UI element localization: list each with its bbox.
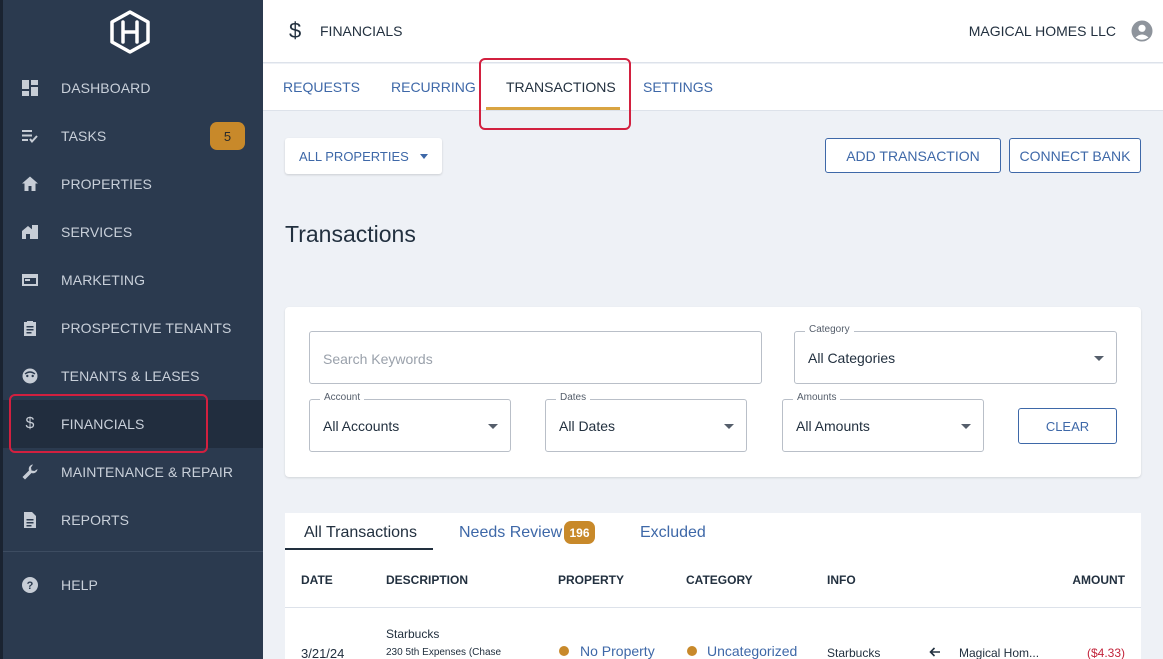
sidebar-item-label: DASHBOARD xyxy=(61,80,151,96)
sidebar-item-dashboard[interactable]: DASHBOARD xyxy=(3,64,263,112)
warning-dot-icon xyxy=(559,646,569,656)
column-header-category[interactable]: CATEGORY xyxy=(686,573,753,587)
tab-transactions[interactable]: TRANSACTIONS xyxy=(506,79,616,95)
sidebar-item-help[interactable]: ? HELP xyxy=(3,561,263,609)
services-icon xyxy=(21,223,39,241)
sidebar-item-label: PROSPECTIVE TENANTS xyxy=(61,320,232,336)
sidebar-item-label: FINANCIALS xyxy=(61,416,145,432)
search-placeholder: Search Keywords xyxy=(323,351,433,367)
row-account: Magical Hom... xyxy=(959,646,1040,659)
sidebar-divider xyxy=(3,551,263,552)
chevron-down-icon xyxy=(488,424,498,429)
account-label: Account xyxy=(320,392,365,403)
account-value: All Accounts xyxy=(323,418,400,434)
connect-bank-button[interactable]: CONNECT BANK xyxy=(1009,138,1141,173)
property-filter-label: ALL PROPERTIES xyxy=(299,148,409,164)
active-tab-indicator xyxy=(486,107,620,110)
column-header-date[interactable]: DATE xyxy=(301,573,333,587)
tab-requests[interactable]: REQUESTS xyxy=(283,79,360,95)
dollar-icon: $ xyxy=(289,18,302,43)
tab-settings[interactable]: SETTINGS xyxy=(643,79,713,95)
amounts-label: Amounts xyxy=(793,392,841,403)
row-description: Starbucks xyxy=(386,627,440,641)
dates-value: All Dates xyxy=(559,418,616,434)
sidebar-item-marketing[interactable]: MARKETING xyxy=(3,256,263,304)
company-name[interactable]: MAGICAL HOMES LLC xyxy=(969,23,1116,39)
clipboard-icon xyxy=(21,319,39,337)
sidebar-item-services[interactable]: SERVICES xyxy=(3,208,263,256)
sidebar-item-tasks[interactable]: TASKS 5 xyxy=(3,112,263,160)
sidebar-item-tenants-leases[interactable]: TENANTS & LEASES xyxy=(3,352,263,400)
sidebar-item-label: TASKS xyxy=(61,128,107,144)
column-header-amount[interactable]: AMOUNT xyxy=(1072,573,1125,587)
search-input[interactable]: Search Keywords xyxy=(309,331,762,384)
wrench-icon xyxy=(21,463,39,481)
header-divider xyxy=(285,607,1141,608)
column-header-description[interactable]: DESCRIPTION xyxy=(386,573,468,587)
clear-filters-button[interactable]: CLEAR xyxy=(1018,408,1117,444)
sidebar-item-label: PROPERTIES xyxy=(61,176,152,192)
sidebar-item-financials[interactable]: $ FINANCIALS xyxy=(3,400,263,448)
sidebar-item-label: TENANTS & LEASES xyxy=(61,368,200,384)
category-value: All Categories xyxy=(808,350,896,366)
marketing-icon xyxy=(21,271,39,289)
page-section-title: FINANCIALS xyxy=(320,23,403,39)
active-tab-indicator xyxy=(285,548,433,550)
amounts-select[interactable]: Amounts All Amounts xyxy=(782,392,984,452)
tab-recurring[interactable]: RECURRING xyxy=(391,79,476,95)
svg-text:?: ? xyxy=(27,580,34,592)
column-header-info[interactable]: INFO xyxy=(827,573,856,587)
row-info: Starbucks xyxy=(827,646,881,659)
dates-select[interactable]: Dates All Dates xyxy=(545,392,747,452)
row-description-account: 230 5th Expenses (Chase xyxy=(386,647,502,658)
row-category-link[interactable]: Uncategorized xyxy=(707,643,797,659)
account-circle-icon[interactable] xyxy=(1131,20,1153,42)
dashboard-icon xyxy=(21,79,39,97)
transactions-table-card: All Transactions Needs Review 196 Exclud… xyxy=(285,513,1141,659)
sidebar-item-prospective-tenants[interactable]: PROSPECTIVE TENANTS xyxy=(3,304,263,352)
dates-label: Dates xyxy=(556,392,591,403)
account-select[interactable]: Account All Accounts xyxy=(309,392,511,452)
add-transaction-button[interactable]: ADD TRANSACTION xyxy=(825,138,1001,173)
tasks-icon xyxy=(21,127,39,145)
dollar-icon: $ xyxy=(25,415,35,432)
report-icon xyxy=(21,511,39,529)
tasks-count-badge: 5 xyxy=(210,122,245,150)
row-amount: ($4.33) xyxy=(1086,646,1125,659)
row-property-link[interactable]: No Property xyxy=(580,643,655,659)
sidebar: DASHBOARD TASKS 5 PROPERTIES SERVICES MA… xyxy=(0,0,263,659)
needs-review-count-badge: 196 xyxy=(564,521,595,544)
category-select[interactable]: Category All Categories xyxy=(794,324,1117,384)
chevron-down-icon xyxy=(1094,356,1104,361)
app-logo-icon[interactable] xyxy=(108,10,152,54)
top-header: $ FINANCIALS MAGICAL HOMES LLC xyxy=(263,0,1163,63)
sidebar-item-label: SERVICES xyxy=(61,224,133,240)
tab-all-transactions[interactable]: All Transactions xyxy=(304,524,417,542)
financials-tabs: REQUESTS RECURRING TRANSACTIONS SETTINGS xyxy=(263,64,1163,111)
property-filter-dropdown[interactable]: ALL PROPERTIES xyxy=(285,138,442,174)
row-date: 3/21/24 xyxy=(301,646,345,659)
page-title: Transactions xyxy=(285,221,416,247)
chevron-down-icon xyxy=(961,424,971,429)
arrow-left-icon xyxy=(929,647,940,657)
filters-card: Search Keywords Category All Categories … xyxy=(285,307,1141,477)
sidebar-item-label: REPORTS xyxy=(61,512,130,528)
amounts-value: All Amounts xyxy=(796,418,870,434)
sidebar-item-label: MARKETING xyxy=(61,272,146,288)
caret-down-icon xyxy=(419,153,428,159)
column-header-property[interactable]: PROPERTY xyxy=(558,573,624,587)
sidebar-item-label: HELP xyxy=(61,577,98,593)
sidebar-item-maintenance[interactable]: MAINTENANCE & REPAIR xyxy=(3,448,263,496)
chevron-down-icon xyxy=(724,424,734,429)
help-icon: ? xyxy=(21,576,39,594)
sidebar-item-reports[interactable]: REPORTS xyxy=(3,496,263,544)
tenant-face-icon xyxy=(21,367,39,385)
sidebar-item-properties[interactable]: PROPERTIES xyxy=(3,160,263,208)
category-label: Category xyxy=(805,324,854,335)
warning-dot-icon xyxy=(687,646,697,656)
home-icon xyxy=(21,175,39,193)
tab-needs-review[interactable]: Needs Review xyxy=(459,524,562,542)
sidebar-item-label: MAINTENANCE & REPAIR xyxy=(61,464,234,480)
tab-excluded[interactable]: Excluded xyxy=(640,524,706,542)
